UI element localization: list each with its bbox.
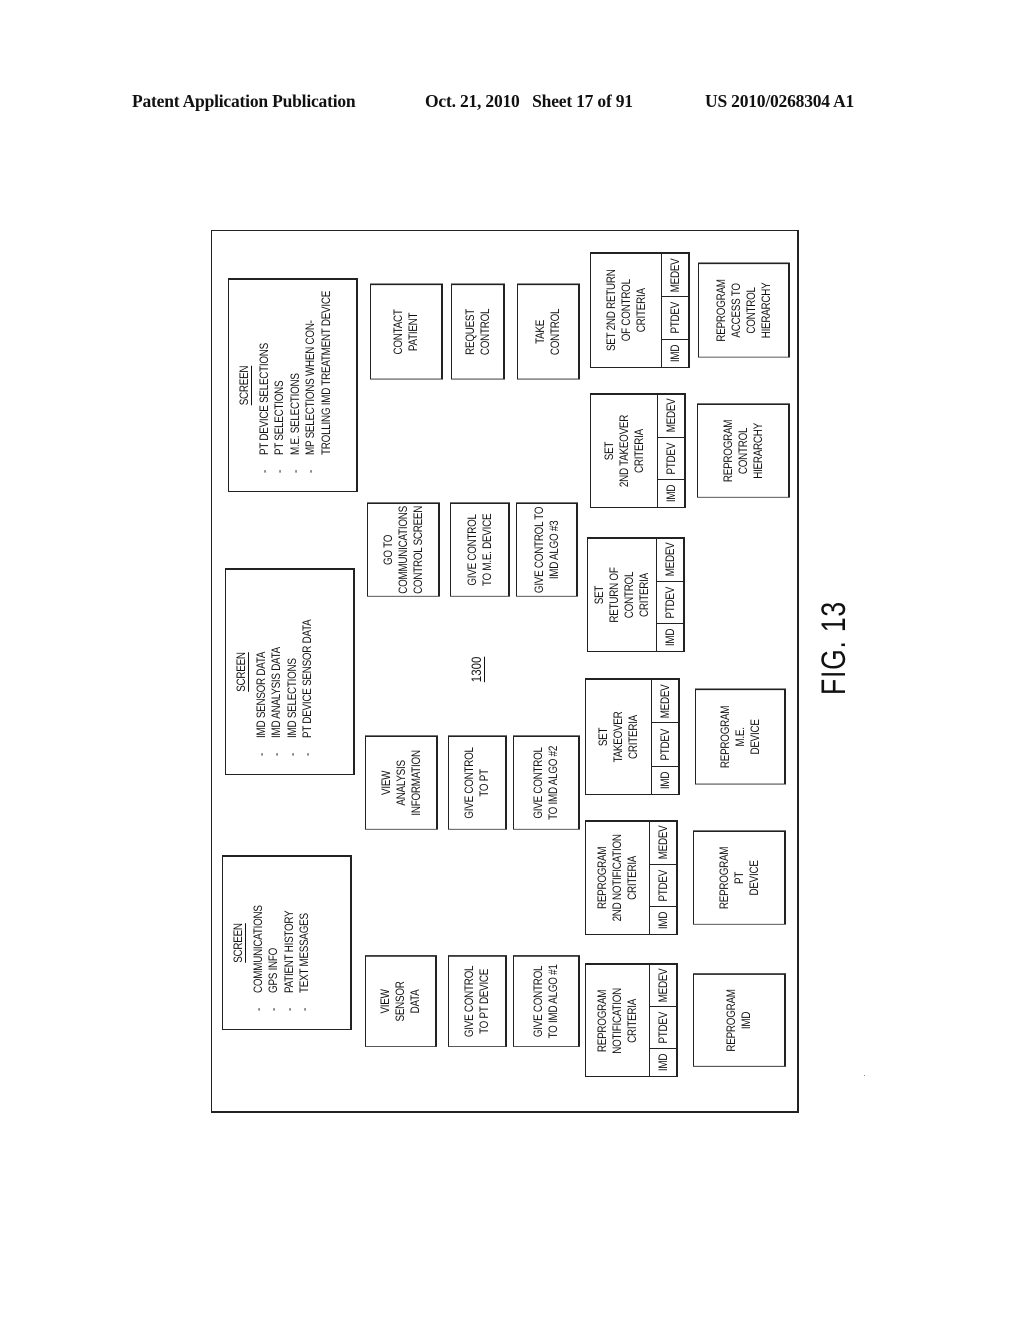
screen-item: PT SELECTIONS <box>272 315 288 473</box>
screen-panel-title: SCREEN <box>231 923 245 963</box>
reprogram-me-device-button[interactable]: REPROGRAM M.E. DEVICE <box>695 688 786 785</box>
criteria-label: SET RETURN OF CONTROL CRITERIA <box>592 567 651 623</box>
criteria-label: SET TAKEOVER CRITERIA <box>596 711 640 763</box>
criteria-label: SET 2ND TAKEOVER CRITERIA <box>601 414 646 488</box>
figure-label-wrapper: FIG. 13 <box>815 575 854 695</box>
criteria-label: SET 2ND RETURN OF CONTROL CRITERIA <box>603 269 648 352</box>
screen-item: COMMUNICATIONS <box>251 885 267 1011</box>
criteria-option-imd[interactable]: IMD <box>650 906 676 934</box>
contact-patient-button[interactable]: CONTACT PATIENT <box>370 283 443 380</box>
publication-date-sheet: Oct. 21, 2010 Sheet 17 of 91 <box>425 91 633 111</box>
take-control-button[interactable]: TAKE CONTROL <box>517 283 580 380</box>
give-control-to-pt-device-button[interactable]: GIVE CONTROL TO PT DEVICE <box>448 955 507 1047</box>
reprogram-pt-device-button[interactable]: REPROGRAM PT DEVICE <box>693 830 786 925</box>
give-control-to-imd-algo-2-button[interactable]: GIVE CONTROL TO IMD ALGO #2 <box>513 735 580 830</box>
set-return-of-control-criteria-box: SET RETURN OF CONTROL CRITERIA IMD PTDEV… <box>587 537 685 652</box>
screen-panel-communications: SCREEN COMMUNICATIONS GPS INFO PATIENT H… <box>222 855 352 1030</box>
criteria-option-ptdev[interactable]: PTDEV <box>652 722 678 766</box>
screen-item: IMD SELECTIONS <box>285 603 301 756</box>
set-takeover-criteria-box: SET TAKEOVER CRITERIA IMD PTDEV MEDEV <box>585 678 680 795</box>
criteria-option-imd[interactable]: IMD <box>652 765 678 794</box>
reprogram-access-to-control-hierarchy-button[interactable]: REPROGRAM ACCESS TO CONTROL HIERARCHY <box>698 262 790 358</box>
patent-number: US 2010/0268304 A1 <box>705 91 855 111</box>
set-2nd-takeover-criteria-box: SET 2ND TAKEOVER CRITERIA IMD PTDEV MEDE… <box>590 393 686 508</box>
reprogram-control-hierarchy-button[interactable]: REPROGRAM CONTROL HIERARCHY <box>697 403 790 498</box>
screen-item-continuation: TROLLING IMD TREATMENT DEVICE <box>318 290 333 455</box>
reprogram-notification-criteria-box: REPROGRAM NOTIFICATION CRITERIA IMD PTDE… <box>585 963 678 1077</box>
figure-label: FIG. 13 <box>815 601 853 695</box>
scan-artifact <box>864 1075 865 1076</box>
screen-panel-selections: SCREEN PT DEVICE SELECTIONS PT SELECTION… <box>228 278 358 492</box>
give-control-to-imd-algo-3-button[interactable]: GIVE CONTROL TO IMD ALGO #3 <box>516 502 578 597</box>
screen-item: PT DEVICE SELECTIONS <box>257 315 273 473</box>
criteria-option-medev[interactable]: MEDEV <box>662 254 688 296</box>
reprogram-imd-button[interactable]: REPROGRAM IMD <box>693 973 786 1067</box>
criteria-option-imd[interactable]: IMD <box>657 623 683 651</box>
reprogram-2nd-notification-criteria-box: REPROGRAM 2ND NOTIFICATION CRITERIA IMD … <box>585 820 678 935</box>
screen-panel-title: SCREEN <box>237 365 251 406</box>
view-sensor-data-button[interactable]: VIEW SENSOR DATA <box>365 955 437 1047</box>
screen-panel-imd-data: SCREEN IMD SENSOR DATA IMD ANALYSIS DATA… <box>225 568 355 775</box>
criteria-option-imd[interactable]: IMD <box>662 338 688 367</box>
screen-item: M.E. SELECTIONS <box>288 315 304 473</box>
criteria-option-ptdev[interactable]: PTDEV <box>658 436 684 480</box>
publication-type: Patent Application Publication <box>132 91 356 111</box>
criteria-option-medev[interactable]: MEDEV <box>657 539 683 581</box>
criteria-option-medev[interactable]: MEDEV <box>650 965 676 1006</box>
criteria-label: REPROGRAM NOTIFICATION CRITERIA <box>595 987 639 1054</box>
give-control-to-imd-algo-1-button[interactable]: GIVE CONTROL TO IMD ALGO #1 <box>513 955 580 1047</box>
screen-item: MP SELECTIONS WHEN CON- <box>303 315 319 473</box>
request-control-button[interactable]: REQUEST CONTROL <box>451 283 505 380</box>
criteria-option-imd[interactable]: IMD <box>658 479 684 507</box>
screen-item: PATIENT HISTORY <box>282 885 298 1011</box>
go-to-communications-control-screen-button[interactable]: GO TO COMMUNICATIONS CONTROL SCREEN <box>367 502 440 597</box>
criteria-option-ptdev[interactable]: PTDEV <box>650 1006 676 1049</box>
criteria-option-imd[interactable]: IMD <box>650 1048 676 1076</box>
criteria-label: REPROGRAM 2ND NOTIFICATION CRITERIA <box>595 834 639 922</box>
give-control-to-pt-button[interactable]: GIVE CONTROL TO PT <box>448 735 507 830</box>
screen-item: IMD SENSOR DATA <box>254 603 270 756</box>
control-screen-diagram: SCREEN COMMUNICATIONS GPS INFO PATIENT H… <box>211 230 801 1115</box>
criteria-option-ptdev[interactable]: PTDEV <box>662 296 688 339</box>
criteria-option-medev[interactable]: MEDEV <box>650 822 676 864</box>
criteria-option-ptdev[interactable]: PTDEV <box>657 580 683 624</box>
criteria-option-ptdev[interactable]: PTDEV <box>650 863 676 907</box>
screen-item: GPS INFO <box>266 885 282 1011</box>
screen-panel-title: SCREEN <box>234 652 248 692</box>
set-2nd-return-of-control-criteria-box: SET 2ND RETURN OF CONTROL CRITERIA IMD P… <box>590 252 690 368</box>
screen-item: PT DEVICE SENSOR DATA <box>300 603 316 756</box>
view-analysis-information-button[interactable]: VIEW ANALYSIS INFORMATION <box>365 735 438 830</box>
criteria-option-medev[interactable]: MEDEV <box>652 680 678 722</box>
screen-item: IMD ANALYSIS DATA <box>269 603 285 756</box>
give-control-to-me-device-button[interactable]: GIVE CONTROL TO M.E. DEVICE <box>450 502 510 597</box>
criteria-option-medev[interactable]: MEDEV <box>658 395 684 437</box>
screen-item: TEXT MESSAGES <box>297 885 313 1011</box>
reference-numeral: 1300 <box>468 656 484 683</box>
